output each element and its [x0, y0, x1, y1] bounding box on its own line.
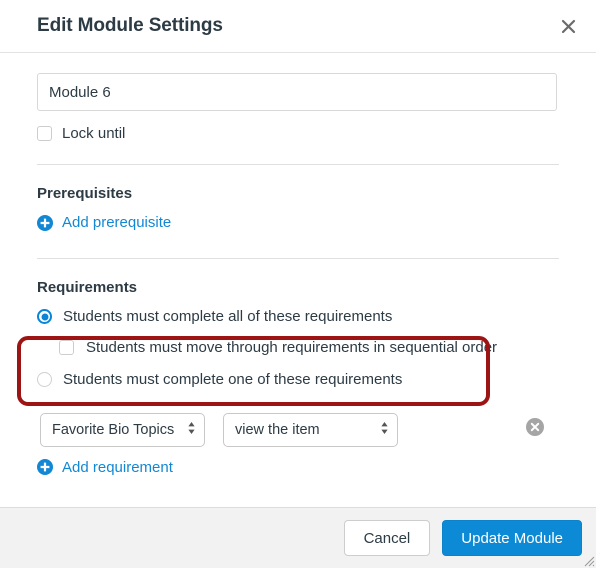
- close-icon: [561, 19, 576, 34]
- lock-until-row[interactable]: Lock until: [37, 125, 596, 142]
- requirement-option-one-radio[interactable]: [37, 372, 52, 387]
- prerequisites-heading: Prerequisites: [37, 185, 133, 202]
- chevron-updown-icon: [187, 420, 196, 440]
- requirement-item-select-value: Favorite Bio Topics: [52, 421, 175, 438]
- requirements-heading: Requirements: [37, 278, 138, 296]
- module-name-field-wrap: [0, 53, 596, 111]
- cancel-button[interactable]: Cancel: [343, 520, 431, 556]
- requirement-item-select[interactable]: Favorite Bio Topics: [40, 412, 205, 447]
- requirement-option-all-radio[interactable]: [37, 309, 52, 324]
- requirement-option-one-label: Students must complete one of these requ…: [63, 371, 403, 388]
- delete-circle-icon: [526, 418, 544, 440]
- requirement-row: Favorite Bio Topics view the item: [40, 412, 596, 447]
- dialog-header: Edit Module Settings: [0, 0, 596, 53]
- requirement-option-all-row[interactable]: Students must complete all of these requ…: [37, 304, 596, 330]
- page-title: Edit Module Settings: [37, 15, 223, 36]
- add-requirement-link[interactable]: Add requirement: [37, 459, 173, 476]
- lock-until-checkbox[interactable]: [37, 126, 52, 141]
- requirement-option-one-row[interactable]: Students must complete one of these requ…: [37, 367, 596, 393]
- requirement-type-select[interactable]: view the item: [223, 412, 398, 447]
- close-button[interactable]: [554, 12, 582, 40]
- sequential-order-row[interactable]: Students must move through requirements …: [59, 337, 596, 359]
- dialog-body: Lock until Prerequisites Add prerequisit…: [0, 53, 596, 507]
- module-name-input[interactable]: [37, 73, 557, 111]
- sequential-order-label: Students must move through requirements …: [86, 339, 498, 356]
- add-prerequisite-label: Add prerequisite: [62, 214, 172, 231]
- add-prerequisite-link[interactable]: Add prerequisite: [37, 214, 171, 231]
- dialog-footer: Cancel Update Module: [0, 507, 596, 568]
- plus-circle-icon: [37, 214, 53, 231]
- divider-1: [37, 164, 559, 165]
- divider-2: [37, 257, 559, 259]
- chevron-updown-icon: [380, 420, 389, 440]
- lock-until-label: Lock until: [62, 125, 126, 142]
- requirement-type-select-value: view the item: [235, 421, 320, 438]
- requirement-option-all-label: Students must complete all of these requ…: [63, 308, 393, 325]
- sequential-order-checkbox[interactable]: [59, 340, 74, 355]
- add-requirement-label: Add requirement: [62, 458, 173, 476]
- edit-module-settings-dialog: Edit Module Settings Lock until Prerequi…: [0, 0, 596, 568]
- resize-grip-icon[interactable]: [580, 552, 595, 567]
- update-module-button[interactable]: Update Module: [442, 520, 582, 556]
- delete-requirement-button[interactable]: [526, 418, 544, 441]
- plus-circle-icon: [37, 459, 53, 475]
- requirements-options: Students must complete all of these requ…: [0, 304, 596, 481]
